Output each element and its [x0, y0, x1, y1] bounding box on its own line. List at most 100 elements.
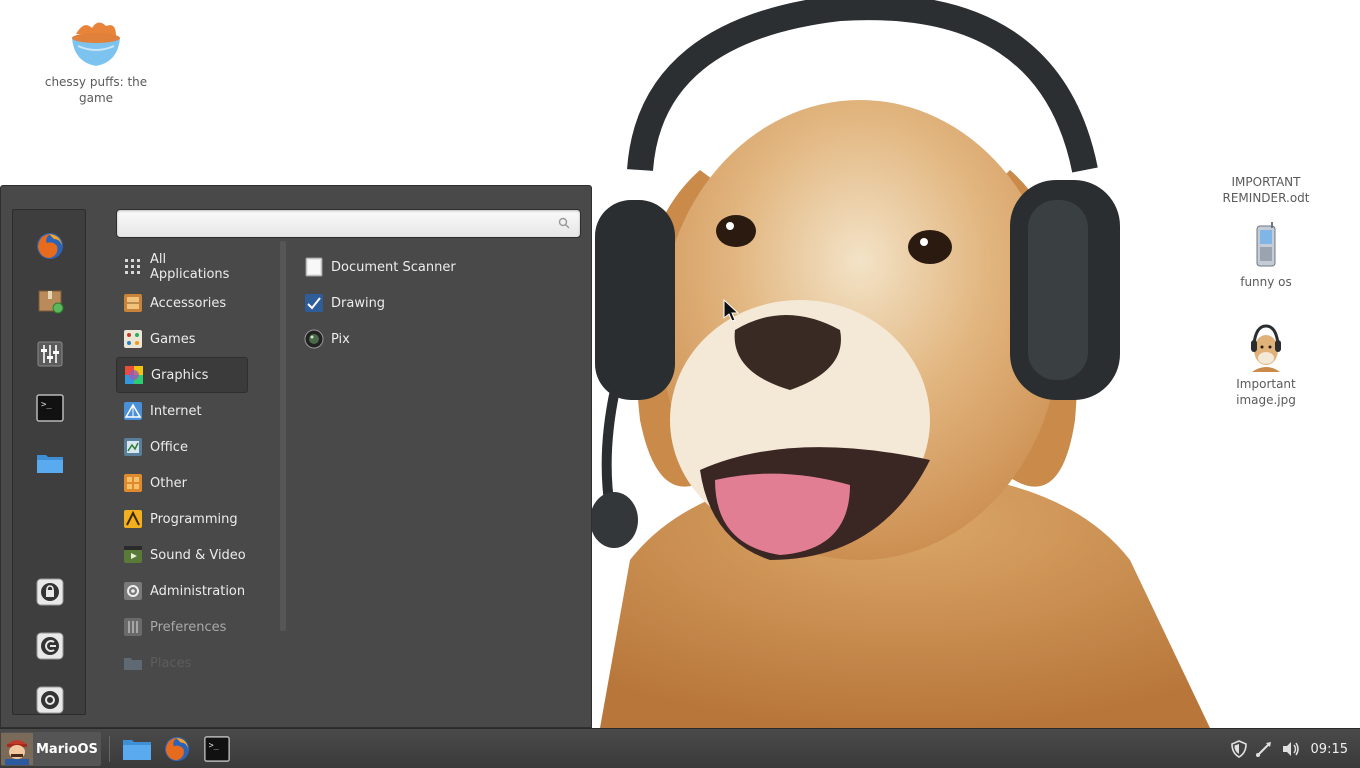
administration-icon	[124, 582, 142, 600]
category-label: All Applications	[150, 252, 230, 282]
svg-text:>_: >_	[209, 740, 220, 750]
graphics-icon	[125, 366, 143, 384]
app-document-scanner[interactable]: Document Scanner	[297, 249, 567, 285]
favorite-folder[interactable]	[34, 446, 66, 478]
folder-icon	[37, 455, 63, 473]
desktop-icon-label: IMPORTANT REMINDER.odt	[1222, 175, 1310, 205]
other-icon	[124, 474, 142, 492]
system-tray: 09:15	[1223, 729, 1348, 768]
category-label: Places	[150, 655, 192, 671]
category-label: Sound & Video	[150, 547, 246, 563]
taskbar-separator	[109, 736, 110, 762]
lock-screen-button[interactable]	[34, 576, 66, 608]
search-input[interactable]	[123, 213, 548, 234]
scanner-icon	[305, 257, 323, 277]
taskbar: MarioOS >_ 09:15	[0, 728, 1360, 768]
search-icon	[558, 217, 570, 229]
category-label: Accessories	[150, 295, 227, 311]
category-label: Other	[150, 475, 187, 491]
menu-divider	[280, 241, 286, 631]
folder-icon	[123, 740, 151, 760]
app-label: Pix	[331, 331, 350, 347]
favorite-firefox[interactable]	[34, 230, 66, 262]
mobile-phone-icon	[1256, 222, 1276, 267]
dog-image-thumbnail-icon	[1251, 324, 1281, 372]
favorites-sidebar: >_	[12, 209, 86, 715]
desktop-icon-important-reminder[interactable]: IMPORTANT REMINDER.odt	[1211, 174, 1321, 206]
terminal-icon: >_	[204, 736, 230, 762]
drawing-icon	[305, 294, 323, 312]
launcher-firefox[interactable]	[162, 734, 192, 764]
svg-text:>_: >_	[41, 400, 52, 410]
application-menu: >_ All Applications Accessories Games Gr…	[0, 185, 592, 728]
favorite-settings[interactable]	[34, 338, 66, 370]
category-label: Graphics	[151, 367, 209, 383]
clock[interactable]: 09:15	[1311, 742, 1348, 757]
desktop-icon-label: Important image.jpg	[1236, 377, 1296, 407]
software-package-icon	[38, 290, 64, 314]
category-all-applications[interactable]: All Applications	[116, 249, 248, 285]
terminal-icon: >_	[36, 394, 64, 422]
category-label: Administration	[150, 583, 246, 599]
category-sound-video[interactable]: Sound & Video	[116, 537, 248, 573]
desktop-icon-label: chessy puffs: the game	[44, 75, 148, 105]
power-button[interactable]	[34, 684, 66, 716]
shield-icon	[1230, 740, 1247, 758]
tray-security[interactable]	[1230, 740, 1247, 758]
volume-icon	[1282, 742, 1299, 756]
places-folder-icon	[124, 658, 142, 670]
category-other[interactable]: Other	[116, 465, 248, 501]
launcher-terminal[interactable]: >_	[202, 734, 232, 764]
desktop-icon-important-image[interactable]: Important image.jpg	[1211, 322, 1321, 408]
mouse-cursor-icon	[723, 299, 740, 322]
category-label: Programming	[150, 511, 238, 527]
firefox-icon	[37, 233, 63, 259]
settings-sliders-icon	[37, 341, 63, 367]
menu-search-box[interactable]	[116, 209, 581, 238]
app-label: Document Scanner	[331, 259, 456, 275]
favorite-terminal[interactable]: >_	[34, 392, 66, 424]
category-graphics[interactable]: Graphics	[116, 357, 248, 393]
sound-video-icon	[124, 546, 142, 563]
lock-screen-icon	[36, 578, 64, 606]
app-pix[interactable]: Pix	[297, 321, 567, 357]
category-games[interactable]: Games	[116, 321, 248, 357]
programming-icon	[124, 510, 142, 528]
power-icon	[36, 686, 64, 714]
mario-avatar-icon	[1, 733, 33, 765]
desktop-icon-funny-os[interactable]: funny os	[1211, 222, 1321, 290]
tray-network[interactable]	[1255, 740, 1273, 758]
category-programming[interactable]: Programming	[116, 501, 248, 537]
pix-icon	[304, 329, 324, 349]
app-drawing[interactable]: Drawing	[297, 285, 567, 321]
app-label: Drawing	[331, 295, 386, 311]
category-preferences[interactable]: Preferences	[116, 609, 248, 645]
category-administration[interactable]: Administration	[116, 573, 248, 609]
tray-volume[interactable]	[1281, 740, 1301, 758]
start-menu-button[interactable]: MarioOS	[1, 732, 101, 766]
category-places[interactable]: Places	[116, 645, 248, 681]
firefox-icon	[164, 736, 190, 762]
desktop-icon-chessy-puffs[interactable]: chessy puffs: the game	[41, 20, 151, 106]
category-label: Preferences	[150, 619, 227, 635]
category-office[interactable]: Office	[116, 429, 248, 465]
preferences-icon	[124, 618, 142, 636]
accessories-icon	[124, 294, 142, 312]
category-label: Internet	[150, 403, 202, 419]
start-menu-label: MarioOS	[36, 741, 98, 757]
favorite-software-package[interactable]	[34, 284, 66, 316]
network-icon	[1255, 742, 1271, 757]
office-icon	[124, 438, 142, 456]
cheese-puffs-bowl-icon	[72, 22, 120, 66]
category-list: All Applications Accessories Games Graph…	[116, 249, 286, 729]
category-label: Games	[150, 331, 196, 347]
games-icon	[124, 330, 142, 348]
category-label: Office	[150, 439, 188, 455]
desktop-icon-label: funny os	[1240, 275, 1292, 289]
category-accessories[interactable]: Accessories	[116, 285, 248, 321]
internet-icon	[124, 402, 142, 420]
category-internet[interactable]: Internet	[116, 393, 248, 429]
logout-button[interactable]	[34, 630, 66, 662]
grid-icon	[125, 259, 140, 274]
launcher-files[interactable]	[122, 734, 152, 764]
